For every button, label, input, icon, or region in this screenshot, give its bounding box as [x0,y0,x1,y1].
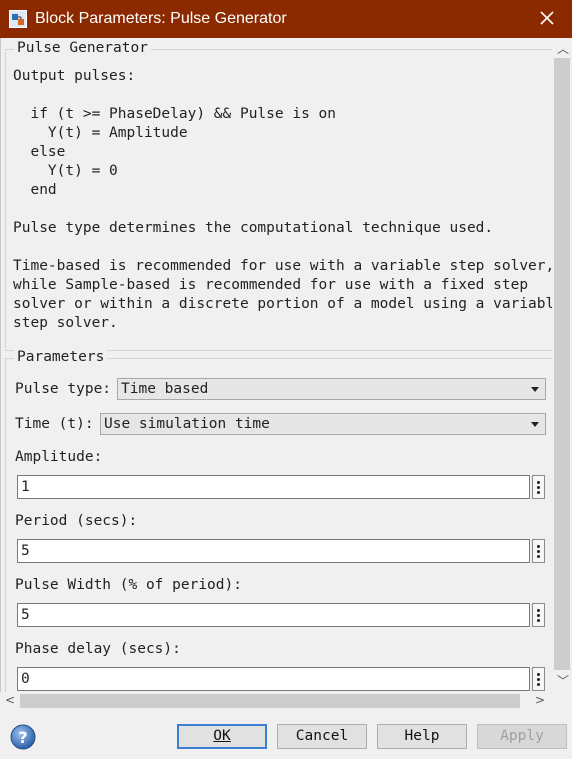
vertical-scroll-thumb[interactable] [554,58,570,670]
dialog-content: Pulse Generator Output pulses: if (t >= … [0,38,553,692]
pulse-width-field[interactable]: 5 [17,603,530,627]
phase-delay-label: Phase delay (secs): [15,641,181,657]
description-intro: Output pulses: [13,68,136,84]
title-bar: Block Parameters: Pulse Generator [0,0,572,38]
period-value: 5 [21,543,30,559]
amplitude-field[interactable]: 1 [17,475,530,499]
phase-delay-value: 0 [21,671,30,687]
cancel-button[interactable]: Cancel [277,724,367,749]
pulse-type-value: Time based [121,381,209,397]
description-recommendation: Time-based is recommended for use with a… [13,258,553,331]
help-button-label: Help [404,728,440,744]
scroll-up-icon[interactable]: ︿ [557,40,569,57]
parameters-group-title: Parameters [14,349,108,365]
pulse-width-value: 5 [21,607,30,623]
pulse-width-menu-button[interactable] [532,603,545,627]
vertical-scrollbar[interactable]: ︿ ﹀ [552,38,572,692]
phase-delay-menu-button[interactable] [532,667,545,691]
cancel-button-label: Cancel [295,728,349,744]
scroll-left-icon[interactable]: < [5,693,15,707]
ok-button[interactable]: OK [177,724,267,749]
window-title: Block Parameters: Pulse Generator [35,10,287,27]
apply-button[interactable]: Apply [477,724,567,749]
time-select[interactable]: Use simulation time [100,413,546,435]
period-menu-button[interactable] [532,539,545,563]
app-icon [9,10,27,28]
period-label: Period (secs): [15,513,138,529]
amplitude-label: Amplitude: [15,449,103,465]
description-group-title: Pulse Generator [14,40,151,56]
pulse-type-label: Pulse type: [15,381,112,397]
scroll-down-icon[interactable]: ﹀ [557,672,569,689]
amplitude-menu-button[interactable] [532,475,545,499]
time-label: Time (t): [15,416,94,432]
time-value: Use simulation time [104,416,270,432]
svg-text:?: ? [18,728,27,747]
pulse-type-select[interactable]: Time based [117,378,546,400]
pulse-width-label: Pulse Width (% of period): [15,577,242,593]
horizontal-scroll-thumb[interactable] [20,694,520,708]
chevron-down-icon [531,422,539,427]
horizontal-scrollbar[interactable]: < > [0,692,552,710]
phase-delay-field[interactable]: 0 [17,667,530,691]
close-icon[interactable] [536,7,558,29]
ok-button-label: OK [213,728,231,744]
apply-button-label: Apply [500,728,544,744]
description-code: if (t >= PhaseDelay) && Pulse is on Y(t)… [30,106,337,198]
scroll-right-icon[interactable]: > [535,693,545,707]
period-field[interactable]: 5 [17,539,530,563]
amplitude-value: 1 [21,479,30,495]
chevron-down-icon [531,387,539,392]
description-pulse-type: Pulse type determines the computational … [13,220,494,236]
help-icon[interactable]: ? [10,724,36,750]
help-button[interactable]: Help [377,724,467,749]
